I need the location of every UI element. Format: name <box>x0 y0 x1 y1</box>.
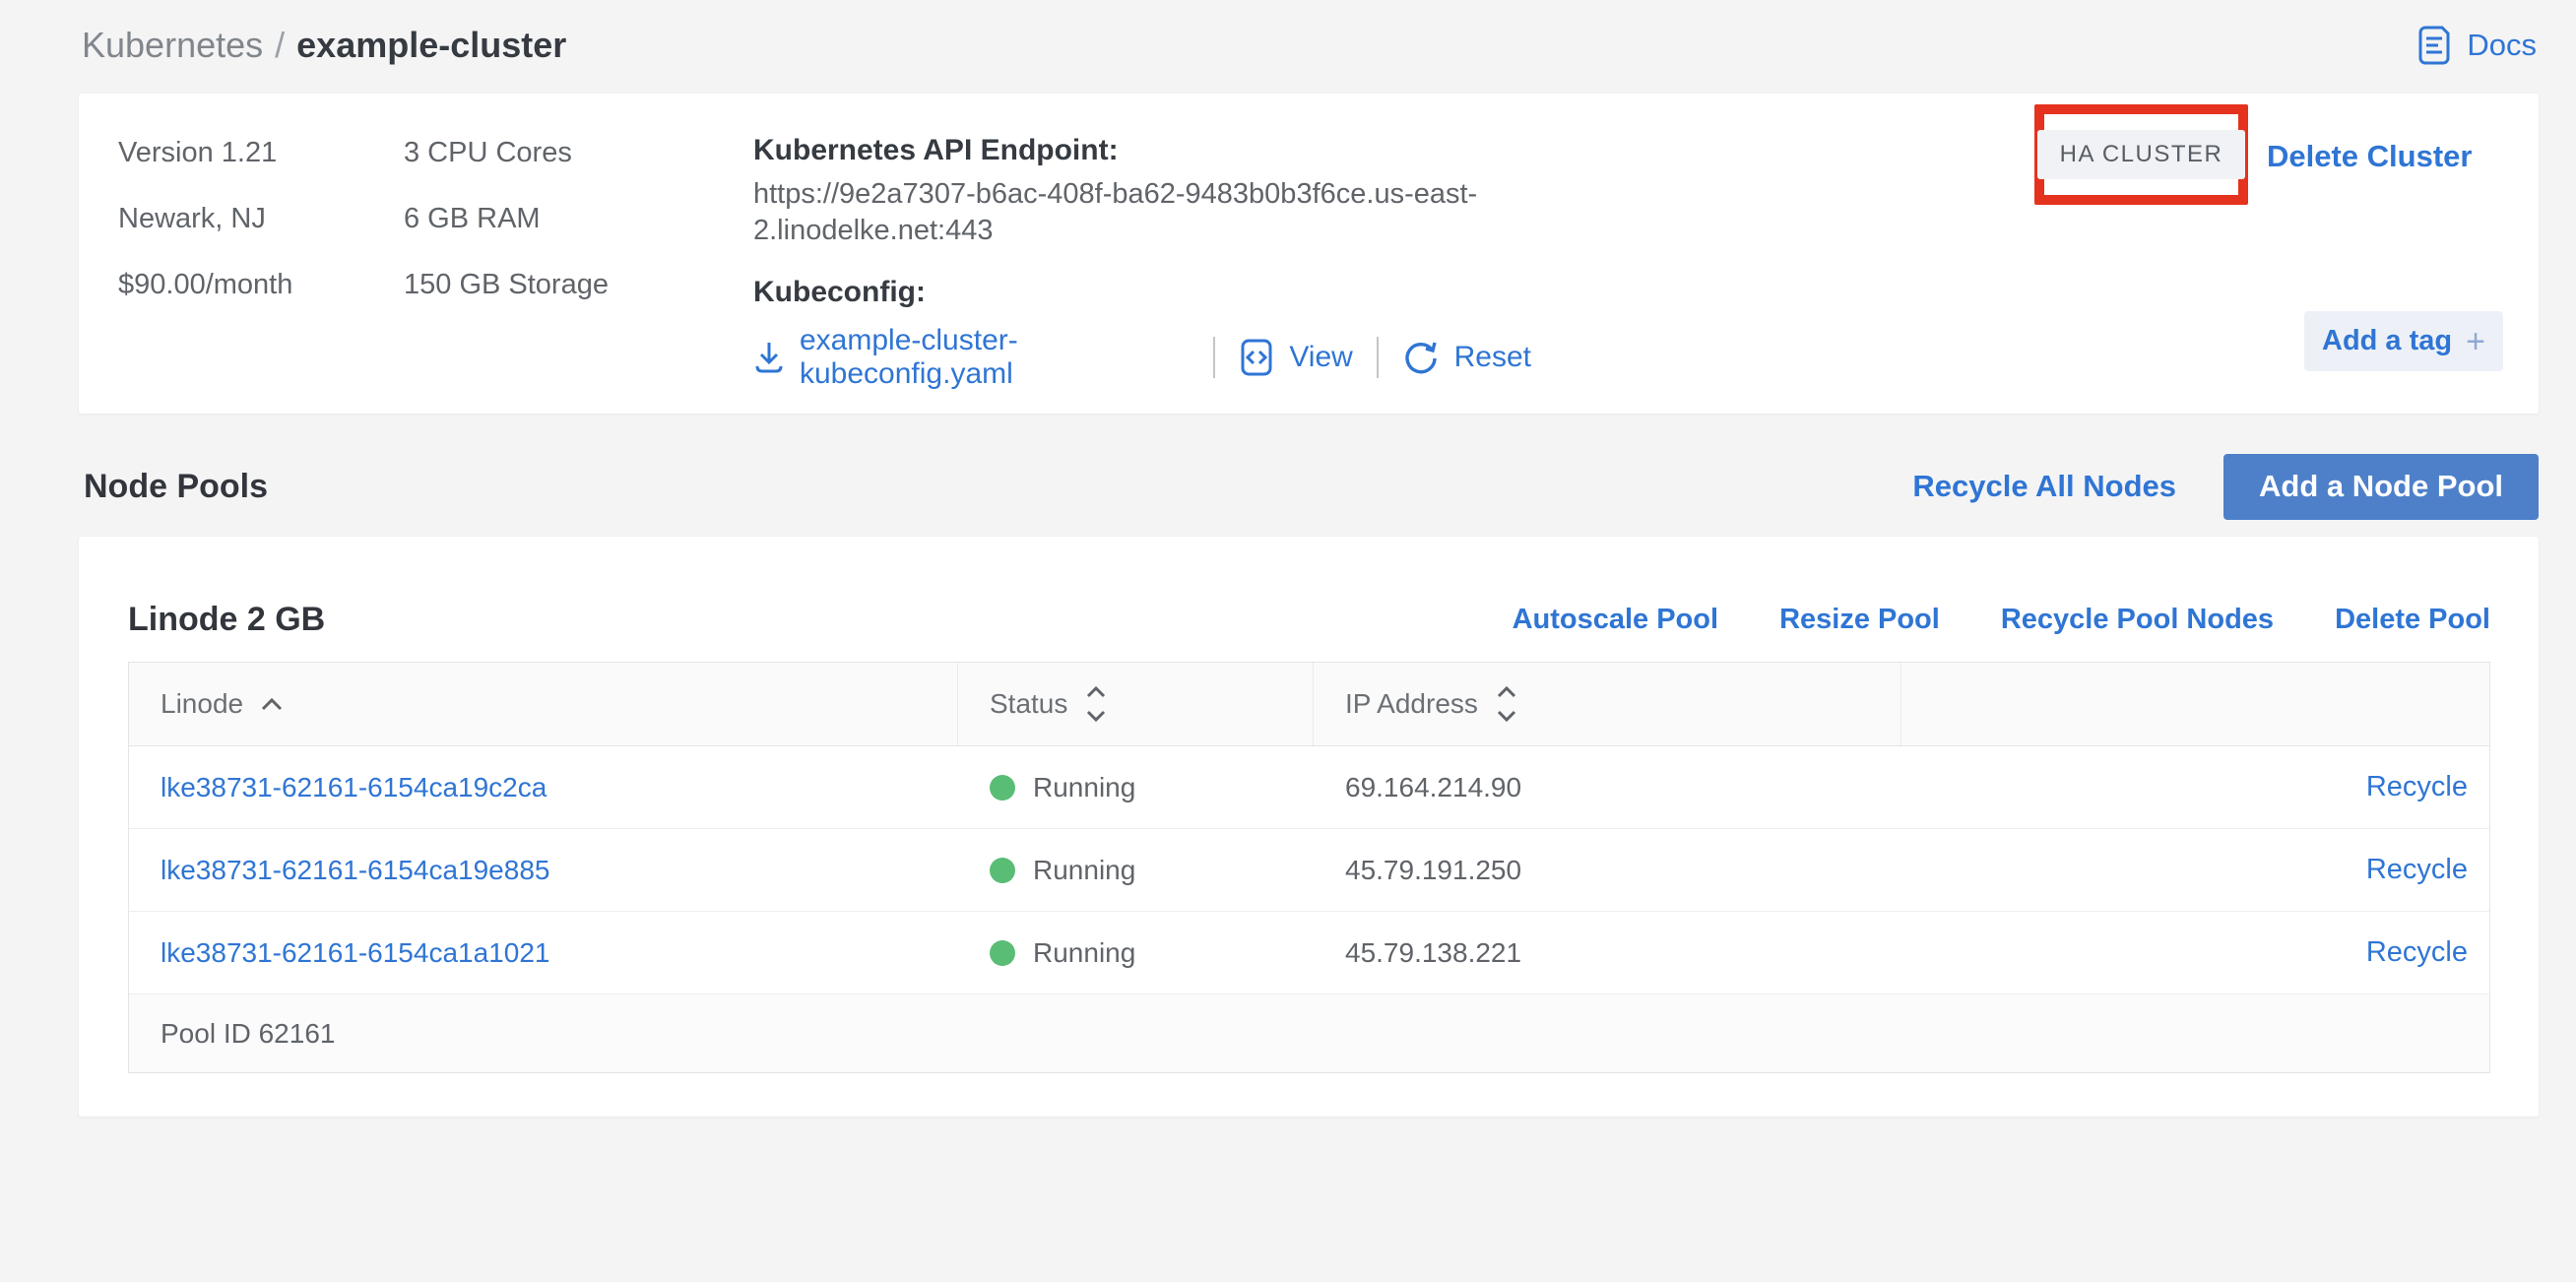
cluster-specs-right: 3 CPU Cores 6 GB RAM 150 GB Storage <box>404 138 609 299</box>
column-header-linode[interactable]: Linode <box>129 663 958 745</box>
node-action-cell: Recycle <box>1901 829 2489 911</box>
cluster-summary-panel: Version 1.21 Newark, NJ $90.00/month 3 C… <box>79 94 2539 414</box>
download-icon <box>753 340 785 375</box>
kubeconfig-label: Kubeconfig: <box>753 275 1531 310</box>
kubeconfig-reset-label: Reset <box>1454 341 1531 374</box>
cluster-version: Version 1.21 <box>118 138 292 167</box>
status-running-icon <box>990 940 1015 966</box>
column-header-status-label: Status <box>990 688 1067 720</box>
cluster-storage: 150 GB Storage <box>404 270 609 299</box>
column-header-linode-label: Linode <box>161 688 243 720</box>
node-pools-header-actions: Recycle All Nodes Add a Node Pool <box>1912 454 2539 520</box>
status-label: Running <box>1033 937 1135 969</box>
api-endpoint-label: Kubernetes API Endpoint: <box>753 133 1531 168</box>
recycle-node-button[interactable]: Recycle <box>2366 771 2468 803</box>
sort-both-icon <box>1494 683 1519 725</box>
cluster-specs-left: Version 1.21 Newark, NJ $90.00/month <box>118 138 292 299</box>
recycle-all-nodes-button[interactable]: Recycle All Nodes <box>1912 469 2176 504</box>
node-ip: 69.164.214.90 <box>1314 746 1901 828</box>
kubeconfig-view-link[interactable]: View <box>1239 338 1352 377</box>
cluster-price: $90.00/month <box>118 270 292 299</box>
column-header-actions <box>1901 663 2489 745</box>
node-link[interactable]: lke38731-62161-6154ca1a1021 <box>129 912 958 994</box>
sort-ascending-icon <box>259 696 285 712</box>
node-link[interactable]: lke38731-62161-6154ca19e885 <box>129 829 958 911</box>
node-pools-title: Node Pools <box>79 468 268 506</box>
kubeconfig-filename: example-cluster-kubeconfig.yaml <box>800 324 1190 391</box>
add-node-pool-button[interactable]: Add a Node Pool <box>2223 454 2539 520</box>
pool-id-footer: Pool ID 62161 <box>129 994 2489 1072</box>
kubeconfig-view-label: View <box>1289 341 1352 374</box>
node-status-cell: Running <box>958 912 1314 994</box>
docs-label: Docs <box>2467 28 2537 63</box>
recycle-node-button[interactable]: Recycle <box>2366 936 2468 969</box>
status-running-icon <box>990 775 1015 801</box>
node-ip: 45.79.138.221 <box>1314 912 1901 994</box>
pool-name: Linode 2 GB <box>128 601 325 639</box>
resize-pool-button[interactable]: Resize Pool <box>1779 604 1940 636</box>
recycle-pool-nodes-button[interactable]: Recycle Pool Nodes <box>2001 604 2274 636</box>
sort-both-icon <box>1083 683 1109 725</box>
separator <box>1213 337 1215 378</box>
top-bar: Kubernetes / example-cluster Docs <box>0 0 2576 77</box>
cluster-ram: 6 GB RAM <box>404 204 609 233</box>
delete-cluster-button[interactable]: Delete Cluster <box>2267 139 2472 174</box>
recycle-node-button[interactable]: Recycle <box>2366 854 2468 886</box>
node-pools-header: Node Pools Recycle All Nodes Add a Node … <box>79 451 2539 522</box>
separator <box>1377 337 1379 378</box>
node-ip: 45.79.191.250 <box>1314 829 1901 911</box>
kubeconfig-actions: example-cluster-kubeconfig.yaml View <box>753 324 1531 391</box>
add-tag-button[interactable]: Add a tag + <box>2304 311 2503 371</box>
annotation-highlight-box: HA CLUSTER <box>2034 104 2248 205</box>
table-row: lke38731-62161-6154ca1a1021 Running 45.7… <box>129 912 2489 994</box>
pool-actions: Autoscale Pool Resize Pool Recycle Pool … <box>1513 604 2490 636</box>
breadcrumb-kubernetes-link[interactable]: Kubernetes <box>82 25 263 66</box>
breadcrumb: Kubernetes / example-cluster <box>82 25 566 66</box>
kubeconfig-download-link[interactable]: example-cluster-kubeconfig.yaml <box>753 324 1190 391</box>
docs-link[interactable]: Docs <box>2415 25 2537 66</box>
node-action-cell: Recycle <box>1901 912 2489 994</box>
code-icon <box>1239 338 1274 377</box>
lke-cluster-detail-page: Kubernetes / example-cluster Docs Versio… <box>0 0 2576 1282</box>
column-header-ip-label: IP Address <box>1345 688 1478 720</box>
status-label: Running <box>1033 772 1135 803</box>
cluster-cpu: 3 CPU Cores <box>404 138 609 167</box>
node-pool-card: Linode 2 GB Autoscale Pool Resize Pool R… <box>79 537 2539 1117</box>
table-row: lke38731-62161-6154ca19c2ca Running 69.1… <box>129 746 2489 829</box>
breadcrumb-separator: / <box>275 25 285 66</box>
reset-icon <box>1402 339 1440 376</box>
plus-icon: + <box>2466 327 2485 356</box>
node-status-cell: Running <box>958 829 1314 911</box>
add-tag-label: Add a tag <box>2322 325 2452 357</box>
breadcrumb-cluster-name: example-cluster <box>296 25 566 66</box>
kubeconfig-reset-link[interactable]: Reset <box>1402 339 1531 376</box>
api-endpoint-url: https://9e2a7307-b6ac-408f-ba62-9483b0b3… <box>753 176 1487 249</box>
status-running-icon <box>990 858 1015 883</box>
pool-card-header: Linode 2 GB Autoscale Pool Resize Pool R… <box>79 537 2539 662</box>
docs-icon <box>2415 25 2453 66</box>
table-header-row: Linode Status <box>129 663 2489 746</box>
delete-pool-button[interactable]: Delete Pool <box>2335 604 2490 636</box>
cluster-region: Newark, NJ <box>118 204 292 233</box>
node-action-cell: Recycle <box>1901 746 2489 828</box>
status-label: Running <box>1033 855 1135 886</box>
table-row: lke38731-62161-6154ca19e885 Running 45.7… <box>129 829 2489 912</box>
endpoint-kubeconfig-column: Kubernetes API Endpoint: https://9e2a730… <box>753 133 1531 391</box>
column-header-ip-address[interactable]: IP Address <box>1314 663 1901 745</box>
ha-cluster-badge: HA CLUSTER <box>2037 130 2246 179</box>
autoscale-pool-button[interactable]: Autoscale Pool <box>1513 604 1719 636</box>
column-header-status[interactable]: Status <box>958 663 1314 745</box>
nodes-table: Linode Status <box>128 662 2490 1073</box>
node-link[interactable]: lke38731-62161-6154ca19c2ca <box>129 746 958 828</box>
node-status-cell: Running <box>958 746 1314 828</box>
